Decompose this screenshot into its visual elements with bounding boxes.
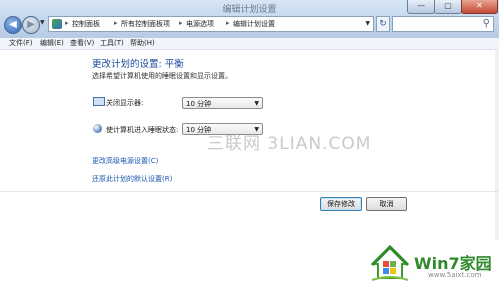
arrow-left-icon: ◀ (9, 19, 17, 30)
page-title: 更改计划的设置: 平衡 (92, 59, 184, 70)
breadcrumb-all-items[interactable]: 所有控制面板项 (121, 19, 170, 29)
breadcrumb-control-panel[interactable]: 控制面板 (72, 19, 100, 29)
menu-bar: 文件(F) 编辑(E) 查看(V) 工具(T) 帮助(H) (0, 38, 499, 50)
restore-defaults-link[interactable]: 还原此计划的默认设置(R) (92, 174, 172, 184)
sleep-icon: . (93, 124, 102, 133)
breadcrumb-separator[interactable]: ▸ (179, 19, 183, 27)
menu-edit[interactable]: 编辑(E) (40, 38, 64, 49)
breadcrumb-separator[interactable]: ▸ (226, 19, 230, 27)
site-logo: Win7家园 www.5aixt.com (352, 240, 499, 289)
back-button[interactable]: ◀ (4, 16, 22, 34)
watermark: 三联网 3LIAN.COM (207, 134, 372, 154)
minimize-button[interactable]: — (407, 0, 435, 14)
control-panel-icon: . (52, 19, 62, 29)
address-bar[interactable]: . ▸ 控制面板 ▸ 所有控制面板项 ▸ 电源选项 ▸ 编辑计划设置 ▼ (48, 16, 374, 32)
breadcrumb-separator[interactable]: ▸ (114, 19, 118, 27)
cancel-button[interactable]: 取消 (366, 197, 407, 211)
title-bar: 编辑计划设置 — ▢ ✕ ◀ ▶ ▼ . ▸ 控制面板 ▸ 所有控制面板项 ▸ … (0, 0, 499, 38)
page-subtitle: 选择希望计算机使用的睡眠设置和显示设置。 (92, 72, 232, 80)
menu-tools[interactable]: 工具(T) (100, 38, 124, 49)
chevron-down-icon: ▼ (254, 100, 259, 107)
display-off-label: 关闭显示器: (106, 99, 144, 107)
logo-url: www.5aixt.com (428, 271, 482, 279)
menu-view[interactable]: 查看(V) (70, 38, 94, 49)
close-button[interactable]: ✕ (461, 0, 498, 14)
maximize-button[interactable]: ▢ (434, 0, 462, 14)
divider (0, 191, 499, 192)
arrow-right-icon: ▶ (27, 19, 35, 30)
recent-pages-dropdown-icon[interactable]: ▼ (40, 19, 45, 26)
house-icon (370, 244, 410, 281)
display-off-select[interactable]: 10 分钟 ▼ (182, 97, 263, 109)
menu-help[interactable]: 帮助(H) (130, 38, 155, 49)
search-input[interactable]: ⚲ (392, 16, 494, 32)
sleep-label: 使计算机进入睡眠状态: (106, 126, 179, 134)
refresh-icon: ↻ (379, 19, 387, 29)
breadcrumb-separator[interactable]: ▸ (65, 19, 69, 27)
search-icon[interactable]: ⚲ (483, 18, 490, 29)
forward-button[interactable]: ▶ (22, 16, 40, 34)
display-off-value: 10 分钟 (186, 100, 212, 108)
menu-file[interactable]: 文件(F) (9, 38, 33, 49)
breadcrumb-power-options[interactable]: 电源选项 (186, 19, 214, 29)
breadcrumb-edit-plan[interactable]: 编辑计划设置 (233, 19, 275, 29)
chevron-down-icon[interactable]: ▼ (365, 20, 370, 27)
advanced-settings-link[interactable]: 更改高级电源设置(C) (92, 156, 158, 166)
refresh-button[interactable]: ↻ (376, 16, 390, 32)
monitor-icon: . (93, 97, 105, 106)
save-button[interactable]: 保存修改 (320, 197, 362, 211)
